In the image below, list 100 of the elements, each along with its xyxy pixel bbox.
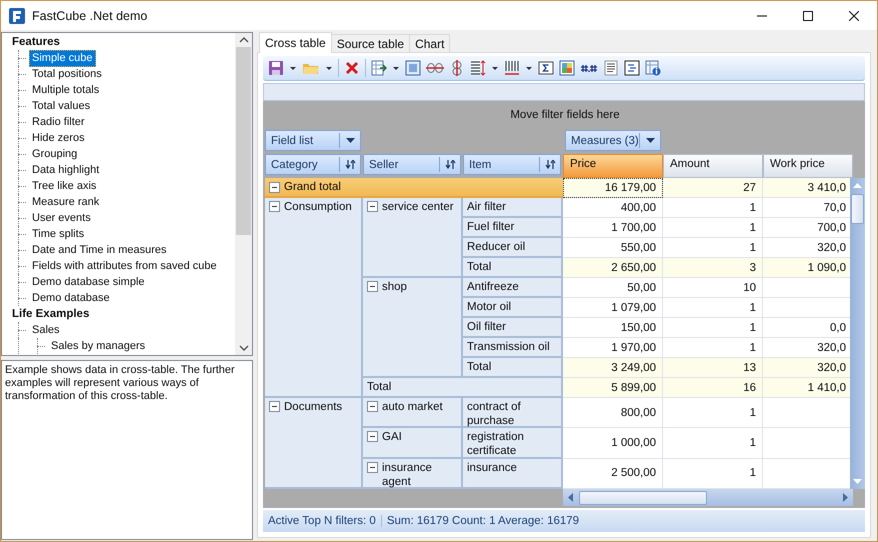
measure-header[interactable]: Amount xyxy=(663,154,763,178)
measures-button[interactable]: Measures (3) xyxy=(565,130,661,151)
column-width-icon[interactable] xyxy=(504,60,520,76)
scrollbar[interactable] xyxy=(850,178,865,489)
tab[interactable]: Cross table xyxy=(259,32,332,53)
row-field-button[interactable]: Item xyxy=(463,154,561,175)
table-cell: 400,00 xyxy=(563,198,663,218)
collapse-icon[interactable] xyxy=(269,201,280,212)
row-header-cell: Air filter xyxy=(463,198,563,218)
scroll-thumb[interactable] xyxy=(579,490,707,504)
row-header-cell: Fuel filter xyxy=(463,218,563,238)
tree-item[interactable]: Sales xyxy=(29,322,63,338)
row-header-cell: service center xyxy=(363,198,463,278)
table-export-icon[interactable] xyxy=(371,60,387,76)
table-cell: 10 xyxy=(663,278,763,298)
row-header-cell: Antifreeze xyxy=(463,278,563,298)
tree-item[interactable]: Total positions xyxy=(29,66,105,82)
tab[interactable]: Chart xyxy=(409,34,450,52)
collapse-icon[interactable] xyxy=(367,462,378,473)
field-list-button[interactable]: Field list xyxy=(265,130,361,151)
measure-header[interactable]: Price xyxy=(563,154,663,178)
tree-item[interactable]: Simple cube xyxy=(29,50,96,66)
measure-header[interactable]: Work price xyxy=(763,154,853,178)
tree-item[interactable]: Measure rank xyxy=(29,194,102,210)
table-cell: 1 xyxy=(663,458,763,489)
tree-item[interactable]: Radio filter xyxy=(29,114,88,130)
tree-item[interactable]: Sales by managers xyxy=(48,338,148,354)
row-header-cell: Grand total xyxy=(265,178,563,198)
table-cell: 3 249,00 xyxy=(563,358,663,378)
table-cell: 800,00 xyxy=(563,398,663,428)
scroll-thumb[interactable] xyxy=(851,194,864,224)
collapse-icon[interactable] xyxy=(367,201,378,212)
collapse-icon[interactable] xyxy=(367,401,378,412)
caret-icon[interactable] xyxy=(346,138,354,143)
table-cell: 27 xyxy=(663,178,763,198)
tree-item[interactable]: Life Examples xyxy=(9,306,92,322)
maximize-icon[interactable] xyxy=(803,10,813,20)
scroll-thumb[interactable] xyxy=(236,47,251,235)
description-text: Example shows data in cross-table. The further examples will represent various ways of transformation of this cross-table. xyxy=(5,364,236,403)
table-icon[interactable] xyxy=(405,60,421,76)
tree-item[interactable]: Hide zeros xyxy=(29,130,88,146)
tree-item[interactable]: Tree like axis xyxy=(29,178,100,194)
tree-item[interactable]: Grouping xyxy=(29,146,80,162)
collapse-icon[interactable] xyxy=(269,182,280,193)
scrollbar[interactable] xyxy=(235,33,252,355)
row-height-icon[interactable] xyxy=(470,60,486,76)
table-cell: 3 410,0 xyxy=(763,178,850,198)
row-field-button[interactable]: Category xyxy=(265,154,361,175)
caret-icon[interactable] xyxy=(646,138,654,143)
color-grid-icon[interactable] xyxy=(559,60,575,76)
strikethrough-icon[interactable] xyxy=(426,60,444,76)
table-cell: 1 410,0 xyxy=(763,378,850,398)
table-cell: 2 650,00 xyxy=(563,258,663,278)
list-icon[interactable] xyxy=(624,60,640,76)
tree-item[interactable]: Demo database simple xyxy=(29,274,148,290)
row-header-cell: Transmission oil xyxy=(463,338,563,358)
table-cell: 320,0 xyxy=(763,238,850,258)
table-cell: 1 xyxy=(663,398,763,428)
sort-icon[interactable] xyxy=(344,160,356,169)
status-text: Active Top N filters: 0 xyxy=(267,515,377,527)
tree-item[interactable]: User events xyxy=(29,210,94,226)
delete-icon[interactable] xyxy=(344,60,360,76)
row-header-cell: GAI xyxy=(363,428,463,459)
close-icon[interactable] xyxy=(849,10,859,20)
table-info-icon[interactable] xyxy=(645,60,661,76)
row-header-cell: insurance agent xyxy=(363,458,463,489)
table-cell: 700,0 xyxy=(763,218,850,238)
filter-hint: Move filter fields here xyxy=(509,108,621,123)
tree-item[interactable]: Date and Time in measures xyxy=(29,242,170,258)
tree-item[interactable]: Data highlight xyxy=(29,162,102,178)
collapse-icon[interactable] xyxy=(367,431,378,442)
table-cell: 320,0 xyxy=(763,358,850,378)
row-header-cell: Documents xyxy=(265,398,363,489)
table-cell: 13 xyxy=(663,358,763,378)
collapse-icon[interactable] xyxy=(367,281,378,292)
table-cell: 5 899,00 xyxy=(563,378,663,398)
row-header-cell: Total xyxy=(463,258,563,278)
row-header-cell: Oil filter xyxy=(463,318,563,338)
table-cell: 50,00 xyxy=(563,278,663,298)
tree-item[interactable]: Features xyxy=(9,34,63,50)
row-header-cell: insurance xyxy=(463,458,563,489)
tree-item[interactable]: Total values xyxy=(29,98,94,114)
tree-item[interactable]: Demo database xyxy=(29,290,113,306)
sort-icon[interactable] xyxy=(444,160,456,169)
tree-item[interactable]: Multiple totals xyxy=(29,82,102,98)
collapse-icon[interactable] xyxy=(269,401,280,412)
tree-item[interactable]: Fields with attributes from saved cube xyxy=(29,258,220,274)
row-header-cell: Motor oil xyxy=(463,298,563,318)
tree-item[interactable]: Time splits xyxy=(29,226,88,242)
table-cell: 1 xyxy=(663,198,763,218)
table-cell: 16 xyxy=(663,378,763,398)
sort-icon[interactable] xyxy=(544,160,556,169)
row-header-cell: shop xyxy=(363,278,463,378)
sigma-icon[interactable] xyxy=(538,60,554,76)
row-header-cell: Reducer oil xyxy=(463,238,563,258)
row-field-button[interactable]: Seller xyxy=(363,154,461,175)
table-cell: 1 xyxy=(663,338,763,358)
row-header-cell: auto market xyxy=(363,398,463,428)
document-icon[interactable] xyxy=(603,60,619,76)
scrollbar[interactable] xyxy=(563,489,853,506)
